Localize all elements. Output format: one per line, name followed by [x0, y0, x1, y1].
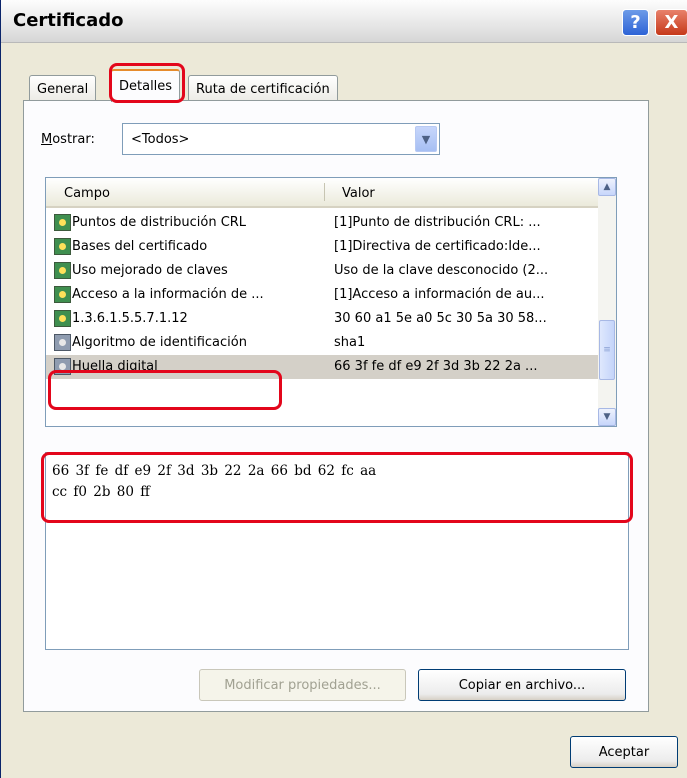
row-value: Uso de la clave desconocido (2... — [334, 263, 549, 278]
tab-detalles-label: Detalles — [119, 79, 173, 94]
value-line-2: cc f0 2b 80 ff — [52, 484, 150, 500]
close-button[interactable]: X — [655, 9, 687, 36]
help-icon: ? — [630, 12, 641, 33]
tab-general-label: General — [37, 82, 89, 97]
row-value: [1]Punto de distribución CRL: ... — [334, 215, 541, 230]
cert-property-icon — [54, 334, 71, 351]
chevron-down-icon[interactable]: ▼ — [415, 126, 437, 152]
row-field: Puntos de distribución CRL — [72, 215, 247, 230]
row-value: 30 60 a1 5e a0 5c 30 5a 30 58... — [334, 311, 547, 326]
close-icon: X — [664, 12, 679, 33]
row-field: 1.3.6.1.5.5.7.1.12 — [72, 311, 188, 326]
row-field: Algoritmo de identificación — [72, 335, 247, 350]
table-row[interactable]: Acceso a la información de ... [1]Acceso … — [46, 283, 599, 307]
cert-extension-icon — [54, 310, 71, 327]
row-value: [1]Acceso a información de au... — [334, 287, 545, 302]
title-bar: Certificado ? X — [1, 0, 687, 43]
table-row[interactable]: 1.3.6.1.5.5.7.1.12 30 60 a1 5e a0 5c 30 5… — [46, 307, 599, 331]
row-value: [1]Directiva de certificado:Ide... — [334, 239, 541, 254]
cert-extension-icon — [54, 262, 71, 279]
show-dropdown-value: <Todos> — [131, 132, 190, 147]
column-divider[interactable] — [324, 183, 325, 201]
cert-extension-icon — [54, 238, 71, 255]
list-header: Campo Valor — [46, 178, 599, 208]
cert-extension-icon — [54, 214, 71, 231]
table-row[interactable]: Bases del certificado [1]Directiva de cer… — [46, 235, 599, 259]
copy-to-file-button[interactable]: Copiar en archivo... — [418, 669, 626, 701]
show-dropdown[interactable]: <Todos> ▼ — [122, 123, 440, 155]
window-title: Certificado — [13, 10, 124, 31]
cert-property-icon — [54, 358, 71, 375]
list-scrollbar[interactable]: ▲ ≡ ▼ — [598, 178, 616, 426]
tab-detalles[interactable]: Detalles — [111, 69, 181, 102]
show-label: Mostrar: — [41, 132, 95, 147]
row-value: sha1 — [334, 335, 366, 350]
row-field: Huella digital — [72, 359, 158, 374]
row-field: Uso mejorado de claves — [72, 263, 228, 278]
value-line-1: 66 3f fe df e9 2f 3d 3b 22 2a 66 bd 62 f… — [52, 463, 377, 479]
ok-button[interactable]: Aceptar — [570, 736, 678, 768]
scroll-down-icon[interactable]: ▼ — [598, 408, 616, 426]
row-field: Acceso a la información de ... — [72, 287, 264, 302]
column-valor[interactable]: Valor — [342, 186, 375, 201]
table-row[interactable]: Huella digital 66 3f fe df e9 2f 3d 3b 22… — [46, 355, 599, 379]
tab-general[interactable]: General — [29, 75, 97, 101]
scroll-up-icon[interactable]: ▲ — [598, 178, 616, 196]
table-row[interactable]: Algoritmo de identificación sha1 — [46, 331, 599, 355]
table-row[interactable]: Puntos de distribución CRL [1]Punto de di… — [46, 211, 599, 235]
tab-ruta-label: Ruta de certificación — [196, 82, 330, 97]
field-value-box[interactable]: 66 3f fe df e9 2f 3d 3b 22 2a 66 bd 62 f… — [45, 452, 629, 650]
cert-extension-icon — [54, 286, 71, 303]
fields-list[interactable]: Campo Valor Puntos de distribución CRL [1… — [45, 177, 617, 427]
help-button[interactable]: ? — [622, 9, 649, 36]
row-field: Bases del certificado — [72, 239, 208, 254]
table-row[interactable]: Uso mejorado de claves Uso de la clave de… — [46, 259, 599, 283]
edit-properties-button[interactable]: Modificar propiedades... — [199, 669, 406, 701]
row-value: 66 3f fe df e9 2f 3d 3b 22 2a ... — [334, 359, 538, 374]
column-campo[interactable]: Campo — [64, 186, 110, 201]
tab-ruta-certificacion[interactable]: Ruta de certificación — [188, 75, 338, 101]
certificate-dialog: Certificado ? X General Detalles Ruta de… — [0, 0, 687, 778]
scroll-thumb[interactable]: ≡ — [599, 320, 615, 380]
